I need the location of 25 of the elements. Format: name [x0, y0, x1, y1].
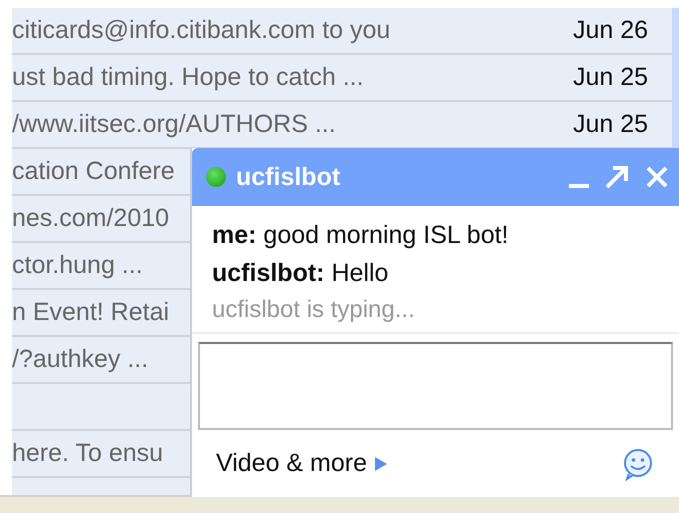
mail-snippet: ctor.hung ... [12, 251, 143, 280]
mail-row[interactable]: citicards@info.citibank.com to you Jun 26 [12, 8, 672, 55]
triangle-icon [375, 456, 388, 470]
typing-notice: ucfislbot is typing... [212, 295, 416, 325]
chat-title: ucfislbot [236, 162, 342, 192]
mail-snippet: /www.iitsec.org/AUTHORS ... [12, 110, 336, 139]
mail-snippet: nes.com/2010 [12, 204, 170, 233]
arrow-icon [603, 163, 631, 191]
mail-snippet: citicards@info.citibank.com to you [12, 16, 390, 45]
mail-date: Jun 25 [572, 110, 648, 139]
mail-snippet: here. To ensu [12, 439, 164, 468]
mail-snippet: ust bad timing. Hope to catch ... [12, 63, 364, 92]
video-more-link[interactable]: Video & more [216, 449, 388, 478]
close-icon [645, 165, 669, 189]
mail-date: Jun 25 [572, 63, 648, 92]
mail-snippet: cation Confere [12, 157, 175, 186]
mail-snippet: n Event! Retai [12, 298, 170, 327]
message-input[interactable] [198, 342, 673, 430]
smiley-icon [621, 446, 655, 480]
chat-message: me: good morning ISL bot! [212, 220, 510, 251]
mail-date: Jun 26 [572, 16, 648, 45]
mail-snippet: /?authkey ... [12, 345, 148, 374]
minimize-icon [569, 184, 589, 188]
mail-row[interactable]: ust bad timing. Hope to catch ... Jun 25 [12, 55, 672, 102]
chat-message: ucfislbot: Hello [212, 258, 390, 289]
